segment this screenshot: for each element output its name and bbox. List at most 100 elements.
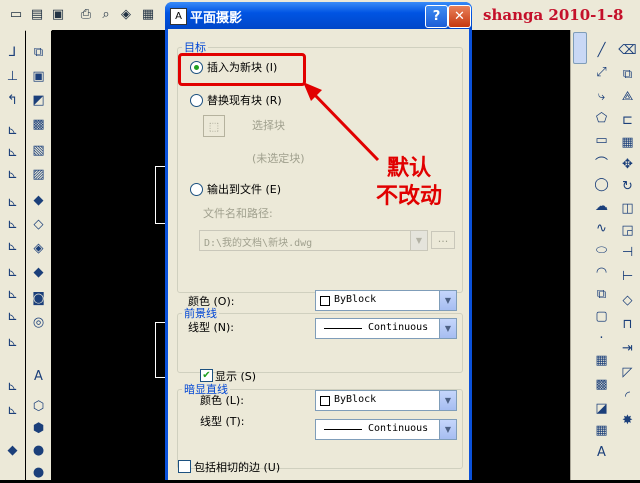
arc-icon[interactable]: ⌒ [591,152,612,173]
ellipse-icon[interactable]: ⬭ [591,240,612,261]
scrollbar-thumb[interactable] [573,32,587,64]
table-icon[interactable]: ▦ [591,420,612,441]
show-obscured-label[interactable]: 显示 (S) [215,368,256,384]
copy-icon[interactable]: ⧉ [617,64,638,85]
cube-icon[interactable]: ▩ [28,114,49,135]
ucs-icon[interactable]: ⅃ [2,42,23,63]
wedge-icon[interactable]: ◩ [28,90,49,111]
circle-icon[interactable]: ◯ [591,174,612,195]
publish-icon[interactable]: ◈ [116,4,136,24]
render-icon[interactable]: ◎ [28,312,49,333]
polygon-icon[interactable]: ⬠ [591,108,612,129]
export-file-radio[interactable] [190,183,203,196]
ucs-named-icon[interactable]: ⊾ [2,400,23,421]
trim-icon[interactable]: ⊣ [617,242,638,263]
close-button[interactable]: ✕ [448,5,471,28]
tangent-edges-label[interactable]: 包括相切的边 (U) [194,459,280,475]
solid-icon[interactable]: ▧ [28,140,49,161]
chevron-down-icon[interactable]: ▼ [439,319,456,338]
chevron-down-icon[interactable]: ▼ [439,420,456,439]
torus-icon[interactable]: ◈ [28,238,49,259]
import-icon[interactable]: ⧉ [28,42,49,63]
chamfer-icon[interactable]: ◸ [617,362,638,383]
text-icon[interactable]: A [28,366,49,387]
ucs-origin-icon[interactable]: ⊾ [2,192,23,213]
ucs-object-icon[interactable]: ⊾ [2,142,23,163]
file-path-field[interactable]: D:\我的文档\新块.dwg ▼ [199,230,428,251]
replace-block-label[interactable]: 替换现有块 (R) [207,92,282,108]
box-icon[interactable]: ▣ [28,66,49,87]
construction-line-icon[interactable]: ⤢ [591,62,612,83]
show-obscured-checkbox[interactable]: ✔ [200,369,213,382]
line-icon[interactable]: ╱ [591,40,612,61]
chevron-down-icon[interactable]: ▼ [410,231,427,250]
camera-icon[interactable]: ◙ [28,288,49,309]
explode-icon[interactable]: ✸ [617,410,638,431]
offset-icon[interactable]: ⊏ [617,110,638,131]
extend-icon[interactable]: ⊢ [617,266,638,287]
obscured-linetype-select[interactable]: Continuous ▼ [315,419,457,440]
help-button[interactable]: ? [425,5,448,28]
new-file-icon[interactable]: ▭ [6,4,26,24]
ucs-z-icon[interactable]: ⊾ [2,306,23,327]
break-at-point-icon[interactable]: ◇ [617,290,638,311]
region-icon[interactable]: ◪ [591,398,612,419]
gem-icon[interactable]: ◆ [28,262,49,283]
select-block-button[interactable]: ⬚ [203,115,225,137]
ucs-zaxis-icon[interactable]: ⊾ [2,214,23,235]
ucs-y-icon[interactable]: ⊾ [2,284,23,305]
ellipse-arc-icon[interactable]: ◠ [591,262,612,283]
foreground-color-select[interactable]: ByBlock ▼ [315,290,457,311]
vertical-scrollbar[interactable] [570,30,589,480]
ucs-world-icon[interactable]: ⊥ [2,66,23,87]
make-block-icon[interactable]: ▢ [591,306,612,327]
chevron-down-icon[interactable]: ▼ [439,291,456,310]
preview-icon[interactable]: ⌕ [96,4,116,24]
break-icon[interactable]: ⊓ [617,314,638,335]
replace-block-radio[interactable] [190,94,203,107]
ucs-manager-icon[interactable]: ⊾ [2,376,23,397]
mtext-icon[interactable]: A [591,442,612,463]
plot-icon[interactable]: ⎙ [76,4,96,24]
array-icon[interactable]: ▦ [617,132,638,153]
point-icon[interactable]: · [591,328,612,349]
ucs-apply-icon[interactable]: ⊾ [2,332,23,353]
ucs-3point-icon[interactable]: ⊾ [2,236,23,257]
obscured-color-select[interactable]: ByBlock ▼ [315,390,457,411]
polyline-icon[interactable]: ⤷ [591,86,612,107]
ucs-previous-icon[interactable]: ↰ [2,90,23,111]
export-file-label[interactable]: 输出到文件 (E) [207,181,281,197]
cone-icon[interactable]: ◆ [28,190,49,211]
ucs-face-icon[interactable]: ⊾ [2,120,23,141]
insert-block-icon[interactable]: ⧉ [591,284,612,305]
shade-icon[interactable]: ◆ [2,440,23,461]
block-icon[interactable]: ▨ [28,164,49,185]
mirror-icon[interactable]: ⟁ [617,86,638,107]
spline-icon[interactable]: ∿ [591,218,612,239]
revcloud-icon[interactable]: ☁ [591,196,612,217]
fillet-icon[interactable]: ◜ [617,386,638,407]
dialog-title-bar[interactable]: A 平面摄影 ? ✕ [165,2,472,29]
foreground-linetype-select[interactable]: Continuous ▼ [315,318,457,339]
wire-cube-icon[interactable]: ⬢ [28,418,49,439]
globe-icon[interactable]: ● [28,440,49,461]
ucs-view-icon[interactable]: ⊾ [2,164,23,185]
save-icon[interactable]: ▣ [48,4,68,24]
move-icon[interactable]: ✥ [617,154,638,175]
browse-button[interactable]: ... [431,231,455,249]
sheet-set-icon[interactable]: ▦ [138,4,158,24]
tangent-edges-checkbox[interactable]: ✔ [178,460,191,473]
hatch-icon[interactable]: ▦ [591,350,612,371]
rotate-icon[interactable]: ↻ [617,176,638,197]
erase-icon[interactable]: ⌫ [617,40,638,61]
ucs-x-icon[interactable]: ⊾ [2,262,23,283]
open-file-icon[interactable]: ▤ [27,4,47,24]
rectangle-icon[interactable]: ▭ [591,130,612,151]
stretch-icon[interactable]: ◲ [617,220,638,241]
scale-icon[interactable]: ◫ [617,198,638,219]
chevron-down-icon[interactable]: ▼ [439,391,456,410]
sphere-icon[interactable]: ◇ [28,214,49,235]
gradient-icon[interactable]: ▩ [591,374,612,395]
join-icon[interactable]: ⇥ [617,338,638,359]
view-cube-icon[interactable]: ⬡ [28,396,49,417]
